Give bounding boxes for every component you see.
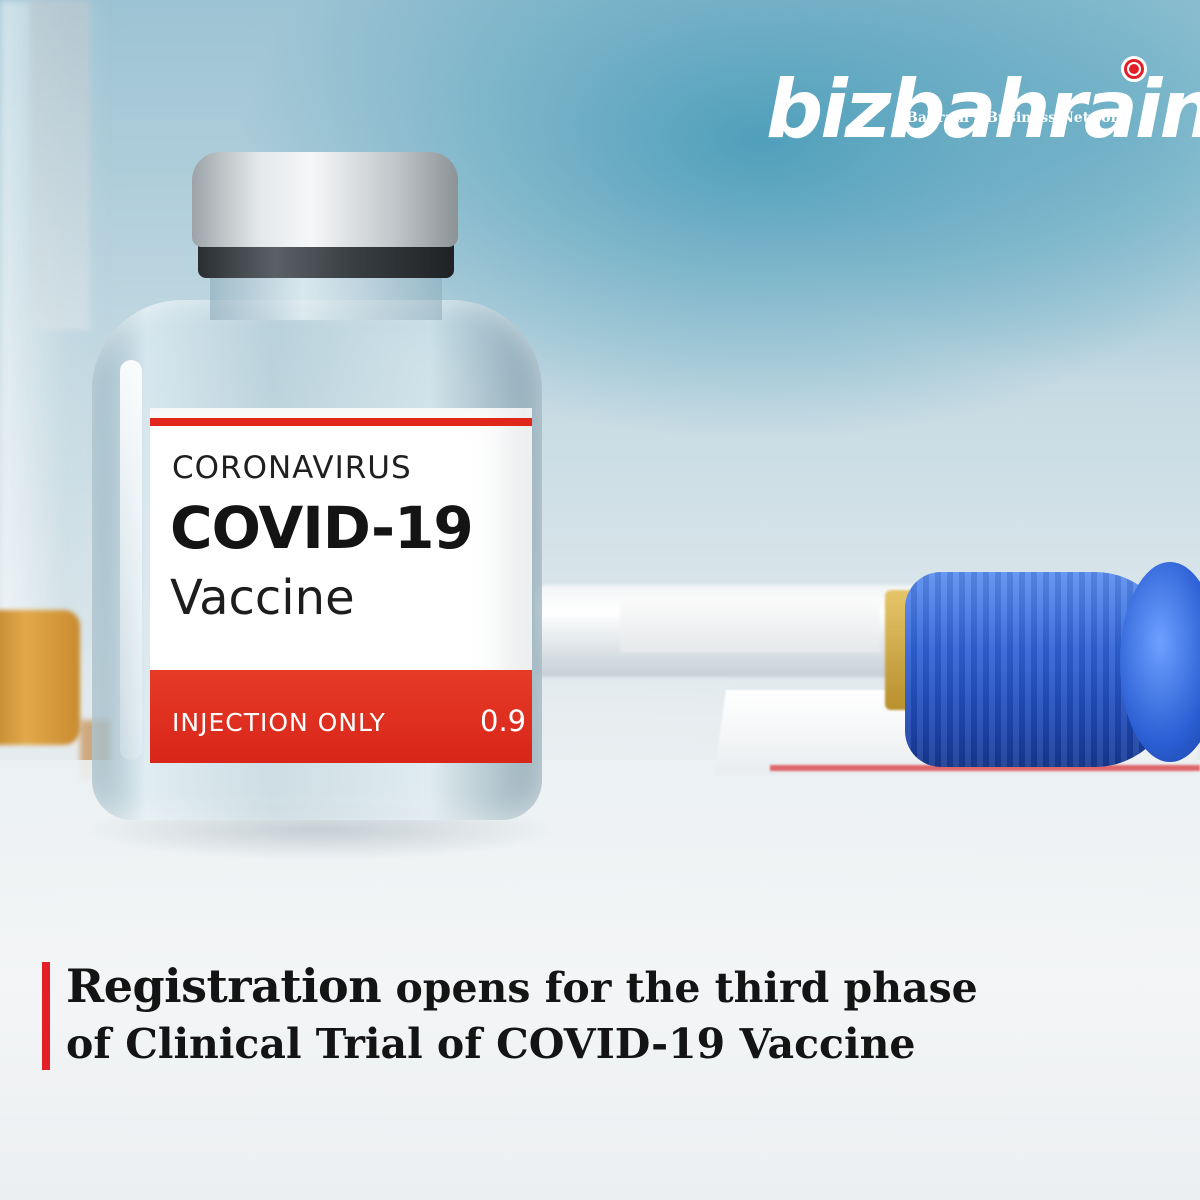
headline-lead: Registration [66, 959, 382, 1013]
headline-line-1-rest: opens for the third phase [381, 964, 978, 1012]
label-red-line [150, 418, 532, 426]
test-tube-label [620, 598, 880, 652]
headline-line-1: Registration opens for the third phase [66, 958, 978, 1016]
background-tube-2 [30, 0, 90, 330]
label-injection-only: INJECTION ONLY [172, 708, 386, 737]
b-circle-icon-inner [1127, 62, 1141, 76]
photo-canvas: CORONAVIRUS COVID-19 Vaccine INJECTION O… [0, 0, 1200, 1200]
vial-label: CORONAVIRUS COVID-19 Vaccine INJECTION O… [150, 408, 532, 763]
headline-accent-bar [42, 962, 50, 1070]
label-line-vaccine: Vaccine [170, 570, 355, 626]
label-line-coronavirus: CORONAVIRUS [172, 450, 412, 486]
vial-cap [192, 152, 458, 247]
logo-tagline: Bahrain's Business Network [906, 110, 1128, 126]
vial-shine [120, 360, 142, 760]
label-line-covid: COVID-19 [170, 494, 474, 562]
bizbahrain-logo: bizbahrain Bahrain's Business Network [766, 56, 1200, 170]
headline-line-2: of Clinical Trial of COVID-19 Vaccine [66, 1020, 916, 1068]
headline-text: Registration opens for the third phase o… [66, 958, 978, 1072]
orange-cap [0, 610, 80, 745]
b-circle-icon [1121, 56, 1147, 82]
label-dose-number: 0.9 [480, 704, 527, 738]
